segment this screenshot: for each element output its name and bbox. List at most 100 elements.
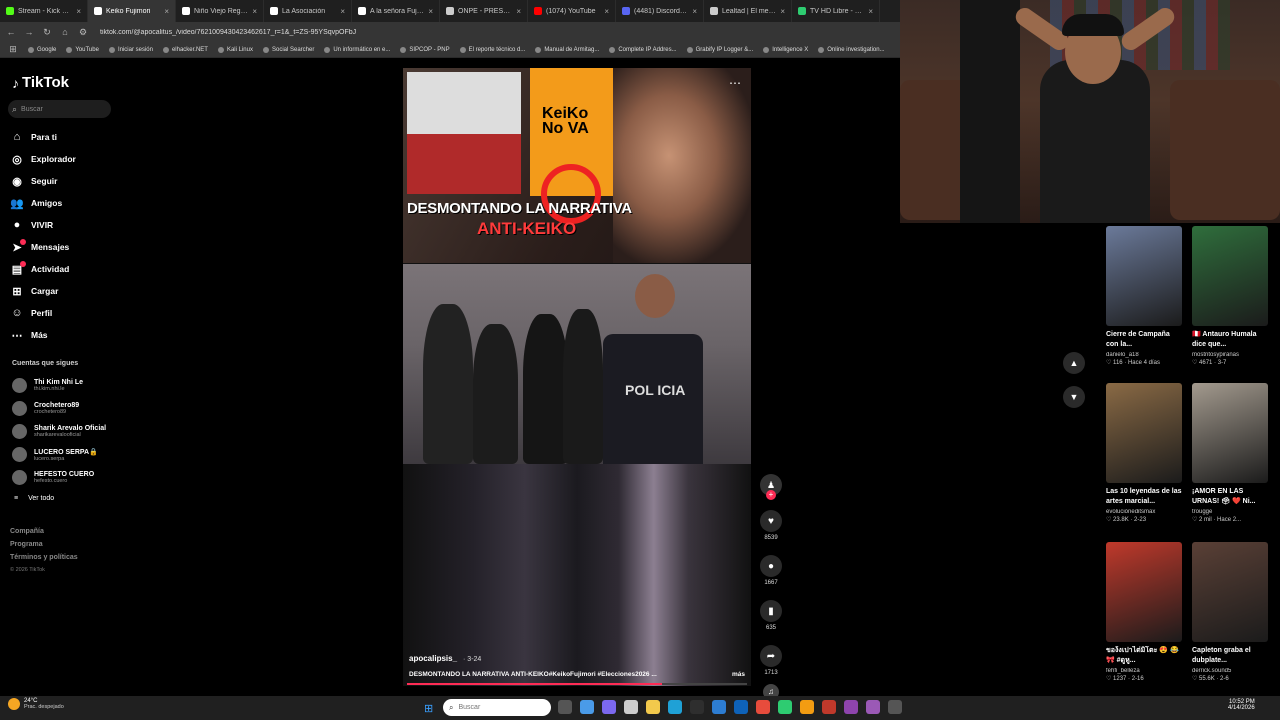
tiktok-logo[interactable]: ♪ TikTok: [12, 74, 69, 91]
bookmark-item[interactable]: SIPCOP - PNP: [400, 46, 450, 53]
bookmark-item[interactable]: YouTube: [66, 46, 99, 53]
tab-close-icon[interactable]: ×: [340, 7, 345, 16]
bookmark-item[interactable]: Iniciar sesión: [108, 46, 153, 53]
video-card-thumbnail[interactable]: [1192, 226, 1268, 326]
sidebar-item-perfil[interactable]: ☺ Perfil: [10, 302, 130, 324]
weather-widget[interactable]: 24°C Prac. despejado: [8, 698, 64, 710]
tab-close-icon[interactable]: ×: [604, 7, 609, 16]
video-more-options-icon[interactable]: ⋯: [729, 76, 741, 90]
author-name[interactable]: apocalipsis_: [409, 654, 457, 663]
bookmark-item[interactable]: Kali Linux: [217, 46, 253, 53]
browser-tab[interactable]: A la señora Fujimori×: [352, 0, 440, 22]
video-card-thumbnail[interactable]: [1106, 383, 1182, 483]
opera-icon[interactable]: [822, 700, 836, 714]
video-card-title[interactable]: Capleton graba el dubplate...: [1192, 646, 1268, 666]
url-field[interactable]: tiktok.com/@apocalitus_/video/7621009430…: [100, 29, 356, 36]
sidebar-item-parati[interactable]: ⌂ Para ti: [10, 126, 130, 148]
task-view-icon[interactable]: [558, 700, 572, 714]
see-all-button[interactable]: ≡ Ver todo: [14, 495, 54, 502]
video-progress-bar[interactable]: [407, 683, 747, 685]
following-account[interactable]: LUCERO SERPA🔒 lucero.serpa: [12, 443, 137, 466]
video-card-author[interactable]: evolucióneditsmax: [1106, 509, 1182, 515]
explorer-icon[interactable]: [624, 700, 638, 714]
settings-icon[interactable]: [690, 700, 704, 714]
outlook-icon[interactable]: [712, 700, 726, 714]
bookmark-item[interactable]: Un informático en e...: [324, 46, 390, 53]
video-card[interactable]: Capleton graba el dubplate... derrick.sou…: [1192, 542, 1268, 682]
video-card-author[interactable]: derrick.sound5: [1192, 668, 1268, 674]
bookmark-item[interactable]: Manual de Armitag...: [535, 46, 599, 53]
folder-icon[interactable]: [646, 700, 660, 714]
video-card-title[interactable]: ของ้งเปาไต่มิโตะ 😍 😂 🎀 #ดูหู...: [1106, 646, 1182, 666]
system-clock[interactable]: 10:52 PM 4/14/2026: [1228, 699, 1255, 711]
browser-tab[interactable]: Lealtad | El mejor s ×: [704, 0, 792, 22]
bookmark-item[interactable]: Complete IP Addres...: [609, 46, 677, 53]
video-card-title[interactable]: 🇵🇪 Antauro Humala dice que...: [1192, 330, 1268, 350]
comment-button[interactable]: ●: [760, 555, 782, 577]
more-link[interactable]: más: [732, 671, 745, 678]
tab-close-icon[interactable]: ×: [252, 7, 257, 16]
footer-link-terms[interactable]: Términos y políticas: [10, 554, 78, 561]
sidebar-item-amigos[interactable]: 👥 Amigos: [10, 192, 130, 214]
following-account[interactable]: Thi Kim Nhi Le thi.kim.nhi.le: [12, 374, 137, 397]
following-account[interactable]: HEFESTO CUERO hefesto.cuero: [12, 466, 137, 489]
following-account[interactable]: Sharik Arevalo Oficial sharikarevaloofici…: [12, 420, 137, 443]
site-info-icon[interactable]: ⚙: [78, 27, 88, 38]
browser-tab[interactable]: TV HD Libre - Futb ×: [792, 0, 880, 22]
following-account[interactable]: Crochetero89 crochetero89: [12, 397, 137, 420]
tab-close-icon[interactable]: ×: [164, 7, 169, 16]
tab-close-icon[interactable]: ×: [868, 7, 873, 16]
tab-close-icon[interactable]: ×: [516, 7, 521, 16]
save-button[interactable]: ▮: [760, 600, 782, 622]
firefox-icon[interactable]: [800, 700, 814, 714]
home-icon[interactable]: ⌂: [60, 27, 70, 37]
browser-tab[interactable]: ONPE - PRESENTAC×: [440, 0, 528, 22]
back-icon[interactable]: ←: [6, 27, 16, 37]
video-card-thumbnail[interactable]: [1192, 542, 1268, 642]
search-box[interactable]: ⌕: [8, 100, 111, 118]
bookmark-item[interactable]: Social Searcher: [262, 46, 314, 53]
video-card-title[interactable]: Cierre de Campaña con la...: [1106, 330, 1182, 350]
footer-link-company[interactable]: Compañía: [10, 528, 78, 535]
video-card-thumbnail[interactable]: [1192, 383, 1268, 483]
video-card-author[interactable]: fehfi_belleza: [1106, 668, 1182, 674]
browser-tab[interactable]: La Asociación ×: [264, 0, 352, 22]
edge-icon[interactable]: [668, 700, 682, 714]
chrome-icon[interactable]: [756, 700, 770, 714]
search-input[interactable]: [21, 105, 102, 113]
next-video-button[interactable]: ▼: [1063, 386, 1085, 408]
vpn-icon[interactable]: [866, 700, 880, 714]
video-card-thumbnail[interactable]: [1106, 542, 1182, 642]
share-button[interactable]: ➦: [760, 645, 782, 667]
sidebar-item-cargar[interactable]: ⊞ Cargar: [10, 280, 130, 302]
footer-link-program[interactable]: Programa: [10, 541, 78, 548]
tab-close-icon[interactable]: ×: [780, 7, 785, 16]
tab-close-icon[interactable]: ×: [428, 7, 433, 16]
video-card[interactable]: ของ้งเปาไต่มิโตะ 😍 😂 🎀 #ดูหู... fehfi_bel…: [1106, 542, 1182, 682]
previous-video-button[interactable]: ▲: [1063, 352, 1085, 374]
sidebar-item-actividad[interactable]: ▤ Actividad: [10, 258, 130, 280]
bookmark-item[interactable]: Google: [28, 46, 56, 53]
sidebar-item-vivir[interactable]: ● VIVIR: [10, 214, 130, 236]
video-player[interactable]: KeiKo No VA DESMONTANDO LA NARRATIVA ANT…: [403, 68, 751, 686]
video-card[interactable]: 🇵🇪 Antauro Humala dice que... mostritosyp…: [1192, 226, 1268, 366]
browser-tab[interactable]: (1074) YouTube ×: [528, 0, 616, 22]
obs-icon[interactable]: [888, 700, 902, 714]
video-card-title[interactable]: Las 10 leyendas de las artes marcial...: [1106, 487, 1182, 507]
teams-icon[interactable]: [602, 700, 616, 714]
windows-start-icon[interactable]: ⊞: [424, 702, 433, 715]
bookmark-item[interactable]: Online investigation...: [818, 46, 885, 53]
video-card[interactable]: ¡AMOR EN LAS URNAS! 🗳 ❤️ Ni... trougge ♡ 2…: [1192, 383, 1268, 523]
video-card-thumbnail[interactable]: [1106, 226, 1182, 326]
video-card[interactable]: Cierre de Campaña con la... danielo_a18 ♡ …: [1106, 226, 1182, 366]
follow-plus-icon[interactable]: +: [766, 490, 776, 500]
video-card-author[interactable]: trougge: [1192, 509, 1268, 515]
browser-tab[interactable]: Keiko Fujimori ×: [88, 0, 176, 22]
browser-tab[interactable]: (4481) Discord | # ×: [616, 0, 704, 22]
bookmark-item[interactable]: elhacker.NET: [162, 46, 208, 53]
sidebar-item-seguir[interactable]: ◉ Seguir: [10, 170, 130, 192]
bookmark-item[interactable]: Grabify IP Logger &...: [686, 46, 753, 53]
app-icon[interactable]: [844, 700, 858, 714]
browser-tab[interactable]: Niño Viejo Regala ×: [176, 0, 264, 22]
tab-close-icon[interactable]: ×: [692, 7, 697, 16]
